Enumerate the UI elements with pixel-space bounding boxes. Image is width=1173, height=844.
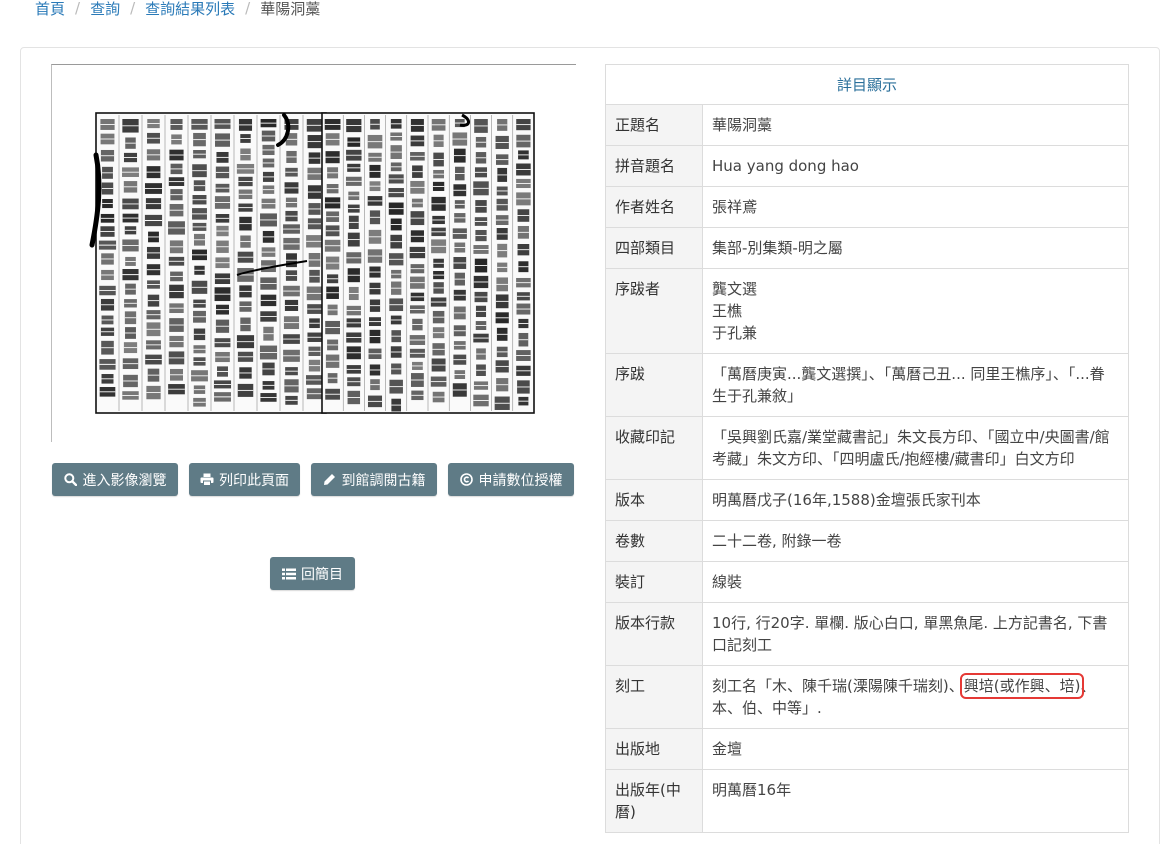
breadcrumb-current: 華陽洞藁	[260, 0, 321, 18]
row-label: 正題名	[605, 104, 703, 146]
row-label: 卷數	[605, 520, 703, 562]
table-row: 版本行款 10行, 行20字. 單欄. 版心白口, 單黑魚尾. 上方記書名, 下…	[605, 602, 1129, 666]
row-label: 四部類目	[605, 227, 703, 269]
list-icon	[282, 567, 296, 581]
row-value: 龔文選 王樵 于孔兼	[702, 268, 1129, 354]
library-access-label: 到館調閱古籍	[341, 472, 426, 489]
row-value: 集部-別集類-明之屬	[702, 227, 1129, 269]
row-value: 金壇	[702, 728, 1129, 770]
row-value: 「吳興劉氏嘉/業堂藏書記」朱文長方印、「國立中/央圖書/館考藏」朱文方印、「四明…	[702, 416, 1129, 480]
table-row: 正題名 華陽洞藁	[605, 104, 1129, 146]
detail-table-header: 詳目顯示	[605, 64, 1129, 105]
table-row: 收藏印記 「吳興劉氏嘉/業堂藏書記」朱文長方印、「國立中/央圖書/館考藏」朱文方…	[605, 416, 1129, 480]
row-label: 刻工	[605, 665, 703, 729]
breadcrumb-separator: /	[245, 0, 251, 17]
carver-text-before: 刻工名「木、陳千瑞(溧陽陳千瑞刻)、	[712, 677, 964, 695]
row-value: 二十二卷, 附錄一卷	[702, 520, 1129, 562]
table-row: 裝訂 線裝	[605, 561, 1129, 603]
copyright-icon	[460, 473, 474, 487]
table-row: 版本 明萬曆戊子(16年,1588)金壇張氏家刊本	[605, 479, 1129, 521]
view-image-button[interactable]: 進入影像瀏覽	[52, 463, 178, 496]
row-value: 華陽洞藁	[702, 104, 1129, 146]
table-row: 序跋者 龔文選 王樵 于孔兼	[605, 268, 1129, 354]
row-label: 版本行款	[605, 602, 703, 666]
row-label: 序跋者	[605, 268, 703, 354]
pencil-icon	[323, 473, 337, 487]
table-row: 序跋 「萬曆庚寅...龔文選撰」、「萬曆己丑... 同里王樵序」、「...眷生于…	[605, 353, 1129, 417]
table-row: 作者姓名 張祥鳶	[605, 186, 1129, 228]
table-row: 出版地 金壇	[605, 728, 1129, 770]
row-value: 10行, 行20字. 單欄. 版心白口, 單黑魚尾. 上方記書名, 下書口記刻工	[702, 602, 1129, 666]
row-value: 明萬曆16年	[702, 769, 1129, 833]
table-row: 卷數 二十二卷, 附錄一卷	[605, 520, 1129, 562]
breadcrumb-separator: /	[75, 0, 81, 17]
print-page-label: 列印此頁面	[219, 472, 289, 489]
table-row: 出版年(中曆) 明萬曆16年	[605, 769, 1129, 833]
breadcrumb-results[interactable]: 查詢結果列表	[145, 0, 235, 19]
print-page-button[interactable]: 列印此頁面	[189, 463, 300, 496]
row-value: 明萬曆戊子(16年,1588)金壇張氏家刊本	[702, 479, 1129, 521]
row-label: 收藏印記	[605, 416, 703, 480]
view-image-label: 進入影像瀏覽	[82, 472, 167, 489]
preface-author: 龔文選	[712, 280, 758, 298]
apply-license-label: 申請數位授權	[478, 472, 563, 489]
row-label: 版本	[605, 479, 703, 521]
book-page-image[interactable]	[51, 64, 576, 442]
row-label: 出版年(中曆)	[605, 769, 703, 833]
row-value: 線裝	[702, 561, 1129, 603]
breadcrumb: 首頁 / 查詢 / 查詢結果列表 / 華陽洞藁	[35, 0, 320, 20]
row-value: Hua yang dong hao	[702, 145, 1129, 187]
breadcrumb-query[interactable]: 查詢	[90, 0, 120, 19]
row-value: 「萬曆庚寅...龔文選撰」、「萬曆己丑... 同里王樵序」、「...眷生于孔兼敘…	[702, 353, 1129, 417]
preface-author: 于孔兼	[712, 324, 758, 342]
row-label: 作者姓名	[605, 186, 703, 228]
row-value: 刻工名「木、陳千瑞(溧陽陳千瑞刻)、興培(或作興、培)、本、伯、中等」.	[702, 665, 1129, 729]
preface-author: 王樵	[712, 302, 743, 320]
print-icon	[200, 473, 214, 487]
back-to-list-label: 回簡目	[301, 566, 343, 583]
library-access-button[interactable]: 到館調閱古籍	[311, 463, 437, 496]
apply-license-button[interactable]: 申請數位授權	[448, 463, 574, 496]
breadcrumb-home[interactable]: 首頁	[35, 0, 65, 19]
row-label: 裝訂	[605, 561, 703, 603]
breadcrumb-separator: /	[130, 0, 136, 17]
book-scan-illustration	[89, 112, 535, 414]
search-icon	[64, 473, 78, 487]
detail-table: 詳目顯示 正題名 華陽洞藁 拼音題名 Hua yang dong hao 作者姓…	[605, 64, 1129, 833]
back-to-list-button[interactable]: 回簡目	[270, 557, 355, 590]
highlighted-carver-name: 興培(或作興、培)	[959, 673, 1085, 699]
table-row: 四部類目 集部-別集類-明之屬	[605, 227, 1129, 269]
row-label: 拼音題名	[605, 145, 703, 187]
row-label: 出版地	[605, 728, 703, 770]
row-value: 張祥鳶	[702, 186, 1129, 228]
table-row: 拼音題名 Hua yang dong hao	[605, 145, 1129, 187]
table-row: 刻工 刻工名「木、陳千瑞(溧陽陳千瑞刻)、興培(或作興、培)、本、伯、中等」.	[605, 665, 1129, 729]
row-label: 序跋	[605, 353, 703, 417]
book-scan-pages	[89, 112, 535, 414]
